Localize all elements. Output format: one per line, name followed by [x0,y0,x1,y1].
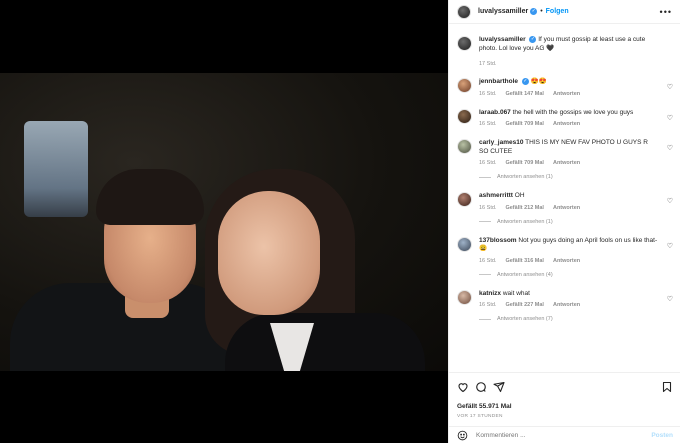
author-username[interactable]: luvalyssamiller [478,8,528,15]
more-options-icon[interactable]: ••• [660,7,672,17]
view-replies-link[interactable]: Antworten ansehen (7) [479,316,659,322]
comment-text: OH [514,192,525,200]
comment-time: 16 Std. [479,121,497,128]
comment-time: 16 Std. [479,257,497,264]
reply-button[interactable]: Antworten [553,302,580,308]
reply-button[interactable]: Antworten [553,121,580,127]
comment-like-heart-icon[interactable]: ♡ [667,83,673,91]
comment-like-heart-icon[interactable]: ♡ [667,197,673,205]
heart-icon[interactable] [457,381,469,393]
comment-likes[interactable]: Gefällt 227 Mal [505,302,544,308]
replies-divider [479,274,491,276]
bookmark-icon[interactable] [661,381,673,393]
reply-button[interactable]: Antworten [553,91,580,97]
view-replies-link[interactable]: Antworten ansehen (1) [479,219,659,225]
comment-text: the hell with the gossips we love you gu… [512,108,634,116]
comment-like-heart-icon[interactable]: ♡ [667,295,673,303]
commenter-avatar[interactable] [457,192,472,208]
emoji-icon[interactable] [457,430,468,441]
post-side-panel: luvalyssamiller ✓ • Folgen ••• luvalyssa… [448,0,680,443]
view-replies-link[interactable]: Antworten ansehen (4) [479,272,659,278]
author-avatar[interactable] [457,4,471,19]
post-caption: luvalyssamiller ✓ If you must gossip at … [457,36,673,67]
caption-meta: 17 Std. [479,61,659,67]
comment-time: 16 Std. [479,204,497,211]
comment-likes[interactable]: Gefällt 147 Mal [505,91,544,97]
replies-divider [479,318,491,320]
comment-time: 16 Std. [479,90,497,97]
comment-likes[interactable]: Gefällt 709 Mal [505,121,544,127]
caption-username[interactable]: luvalyssamiller [479,36,526,43]
comment-likes[interactable]: Gefällt 709 Mal [505,160,544,166]
verified-badge-icon: ✓ [530,8,538,15]
reply-button[interactable]: Antworten [553,205,580,211]
commenter-avatar[interactable] [457,139,472,155]
comment-time: 16 Std. [479,160,497,167]
comment-like-heart-icon[interactable]: ♡ [667,242,673,250]
caption-time: 17 Std. [479,61,497,68]
comment-like-heart-icon[interactable]: ♡ [667,114,673,122]
comment-time: 16 Std. [479,302,497,309]
comment-username[interactable]: ashmerrittt [479,192,513,199]
replies-divider [479,176,491,178]
view-replies-label[interactable]: Antworten ansehen (1) [497,219,553,225]
commenter-avatar[interactable] [457,78,472,94]
comment-username[interactable]: laraab.067 [479,109,511,116]
commenter-avatar[interactable] [457,289,472,305]
view-replies-link[interactable]: Antworten ansehen (1) [479,174,659,180]
comment-username[interactable]: jennbarthole [479,78,518,85]
comment-username[interactable]: 137blossom [479,237,517,244]
comment-item: jennbarthole ✓ 😍😍 16 Std. Gefällt 147 Mal… [457,78,673,97]
comment-item: carly_james10 THIS IS MY NEW FAV PHOTO U… [457,139,673,180]
action-icons-row [457,379,673,395]
replies-divider [479,221,491,223]
reply-button[interactable]: Antworten [553,258,580,264]
share-icon[interactable] [493,381,505,393]
comment-likes[interactable]: Gefällt 316 Mal [505,258,544,264]
comment-likes[interactable]: Gefällt 212 Mal [505,205,544,211]
comment-icon[interactable] [475,381,487,393]
comment-input[interactable] [476,431,652,439]
view-replies-label[interactable]: Antworten ansehen (7) [497,316,553,322]
person-left-hair [96,169,204,225]
comment-item: 137blossom Not you guys doing an April f… [457,236,673,278]
comment-item: laraab.067 the hell with the gossips we … [457,108,673,128]
person-right-face [218,191,320,315]
car-window [24,121,88,217]
view-replies-label[interactable]: Antworten ansehen (4) [497,272,553,278]
caption-avatar[interactable] [457,36,472,51]
comment-item: ashmerrittt OH 16 Std. Gefällt 212 Mal Ant… [457,192,673,225]
post-timestamp: VOR 17 STUNDEN [457,414,503,419]
add-comment-bar: Posten [449,426,680,443]
reply-button[interactable]: Antworten [553,160,580,166]
post-likes-count[interactable]: Gefällt 55.971 Mal [457,403,673,410]
post-header: luvalyssamiller ✓ • Folgen ••• [449,0,680,24]
caption-text: luvalyssamiller ✓ If you must gossip at … [479,36,659,53]
post-actions: Gefällt 55.971 Mal VOR 17 STUNDEN [449,372,680,419]
follow-button[interactable]: Folgen [546,8,569,15]
comments-list[interactable]: luvalyssamiller ✓ If you must gossip at … [449,24,680,372]
comment-username[interactable]: carly_james10 [479,139,523,146]
verified-badge-icon: ✓ [521,78,529,86]
person-right-body [225,313,425,371]
comment-like-heart-icon[interactable]: ♡ [667,144,673,152]
comment-text: wait what [502,289,530,297]
comment-username[interactable]: katnizx [479,290,501,297]
post-media-area [0,0,448,443]
commenter-avatar[interactable] [457,108,472,124]
post-photo[interactable] [0,73,448,371]
view-replies-label[interactable]: Antworten ansehen (1) [497,174,553,180]
header-separator: • [540,8,543,15]
post-comment-button[interactable]: Posten [651,432,673,439]
comment-item: katnizx wait what 16 Std. Gefällt 227 Mal… [457,289,673,322]
verified-badge-icon: ✓ [529,36,537,43]
comment-text: 😍😍 [530,78,547,86]
commenter-avatar[interactable] [457,236,472,252]
